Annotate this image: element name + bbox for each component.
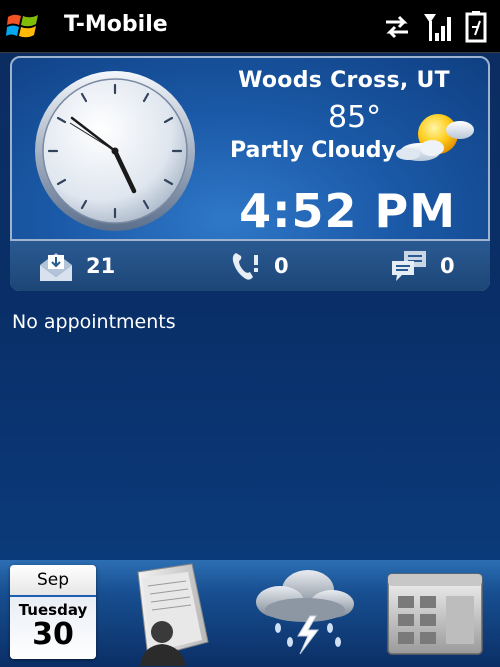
email-notification[interactable]: 21	[38, 249, 115, 283]
status-icons[interactable]	[382, 10, 490, 44]
carrier-name: T-Mobile	[64, 12, 168, 37]
weather-condition: Partly Cloudy	[230, 138, 396, 163]
data-transfer-icon	[386, 15, 408, 39]
status-bar: T-Mobile	[0, 0, 500, 53]
missed-calls-count: 0	[274, 254, 289, 278]
current-time: 4:52 PM	[239, 184, 456, 238]
missed-calls-notification[interactable]: 0	[230, 249, 289, 283]
email-count: 21	[86, 254, 116, 278]
message-icon	[392, 251, 426, 281]
missed-call-icon	[232, 253, 258, 280]
notifications-bar: 21 0 0	[10, 239, 490, 291]
calendar-weekday: Tuesday	[18, 601, 88, 619]
calendar-month: Sep	[10, 565, 96, 597]
programs-icon[interactable]	[386, 572, 484, 656]
messages-notification[interactable]: 0	[390, 249, 455, 283]
calendar-tile[interactable]: Sep Tuesday 30	[10, 565, 96, 659]
analog-clock-icon	[35, 71, 195, 231]
weather-temperature: 85°	[328, 100, 382, 135]
home-screen: Woods Cross, UT 85° Partly Cloudy 4:52 P…	[0, 53, 500, 560]
weather-storm-icon[interactable]	[250, 562, 360, 662]
calendar-day-number: 30	[32, 617, 74, 652]
weather-location: Woods Cross, UT	[238, 68, 450, 93]
bottom-dock: Sep Tuesday 30	[0, 560, 500, 667]
messages-count: 0	[440, 254, 455, 278]
appointments-text[interactable]: No appointments	[12, 311, 176, 333]
contacts-icon[interactable]	[128, 562, 214, 666]
email-icon	[40, 253, 72, 281]
signal-strength-icon	[424, 14, 451, 41]
calendar-day-panel: Tuesday 30	[10, 597, 96, 659]
partly-cloudy-icon	[396, 114, 474, 161]
windows-logo-icon[interactable]	[6, 11, 40, 41]
battery-icon	[465, 11, 487, 43]
